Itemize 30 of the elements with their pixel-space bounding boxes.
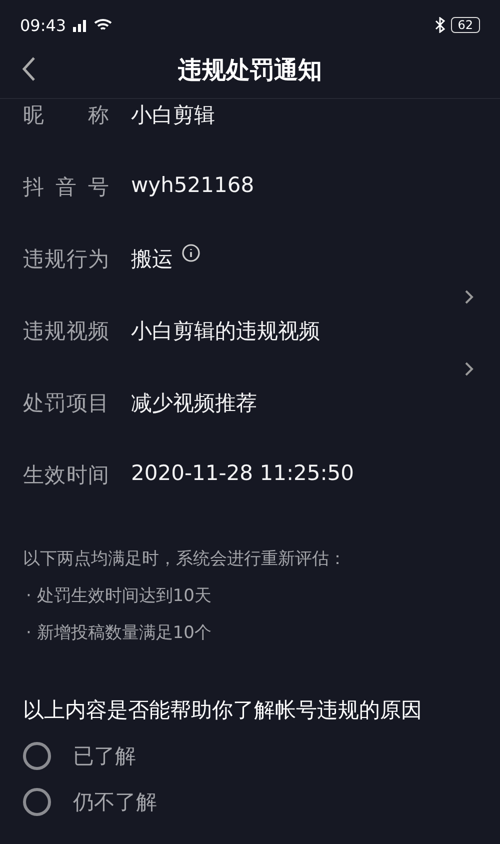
field-label: 违规行为 (23, 246, 109, 273)
battery-indicator: 62 (450, 17, 480, 33)
field-value: wyh521168 (131, 173, 254, 197)
field-label: 昵称 (23, 102, 109, 129)
radio-button[interactable] (23, 742, 51, 770)
field-value: 搬运 (131, 246, 173, 273)
field-value: 小白剪辑的违规视频 (131, 318, 320, 345)
notice-point: · 新增投稿数量满足10个 (25, 622, 212, 644)
field-value: 小白剪辑 (131, 102, 215, 129)
clock: 09:43 (20, 16, 66, 34)
back-icon[interactable] (22, 56, 36, 82)
option-label[interactable]: 已了解 (73, 742, 136, 770)
field-value: 减少视频推荐 (131, 390, 257, 417)
field-label: 抖音号 (23, 174, 109, 201)
field-value: 2020-11-28 11:25:50 (131, 461, 354, 485)
bluetooth-icon (434, 17, 445, 33)
field-label: 生效时间 (23, 462, 109, 489)
field-label: 处罚项目 (23, 390, 109, 417)
notice-text: 以下两点均满足时，系统会进行重新评估： (23, 548, 347, 570)
wifi-icon (94, 18, 112, 32)
chevron-right-icon[interactable] (464, 361, 474, 377)
info-icon[interactable] (181, 243, 201, 263)
page-title: 违规处罚通知 (178, 55, 322, 86)
chevron-right-icon[interactable] (464, 289, 474, 305)
radio-button[interactable] (23, 788, 51, 816)
signal-icon (72, 18, 88, 32)
notice-point: · 处罚生效时间达到10天 (25, 585, 212, 607)
field-label: 违规视频 (23, 318, 109, 345)
survey-question: 以上内容是否能帮助你了解帐号违规的原因 (23, 697, 423, 724)
option-label[interactable]: 仍不了解 (73, 788, 157, 816)
